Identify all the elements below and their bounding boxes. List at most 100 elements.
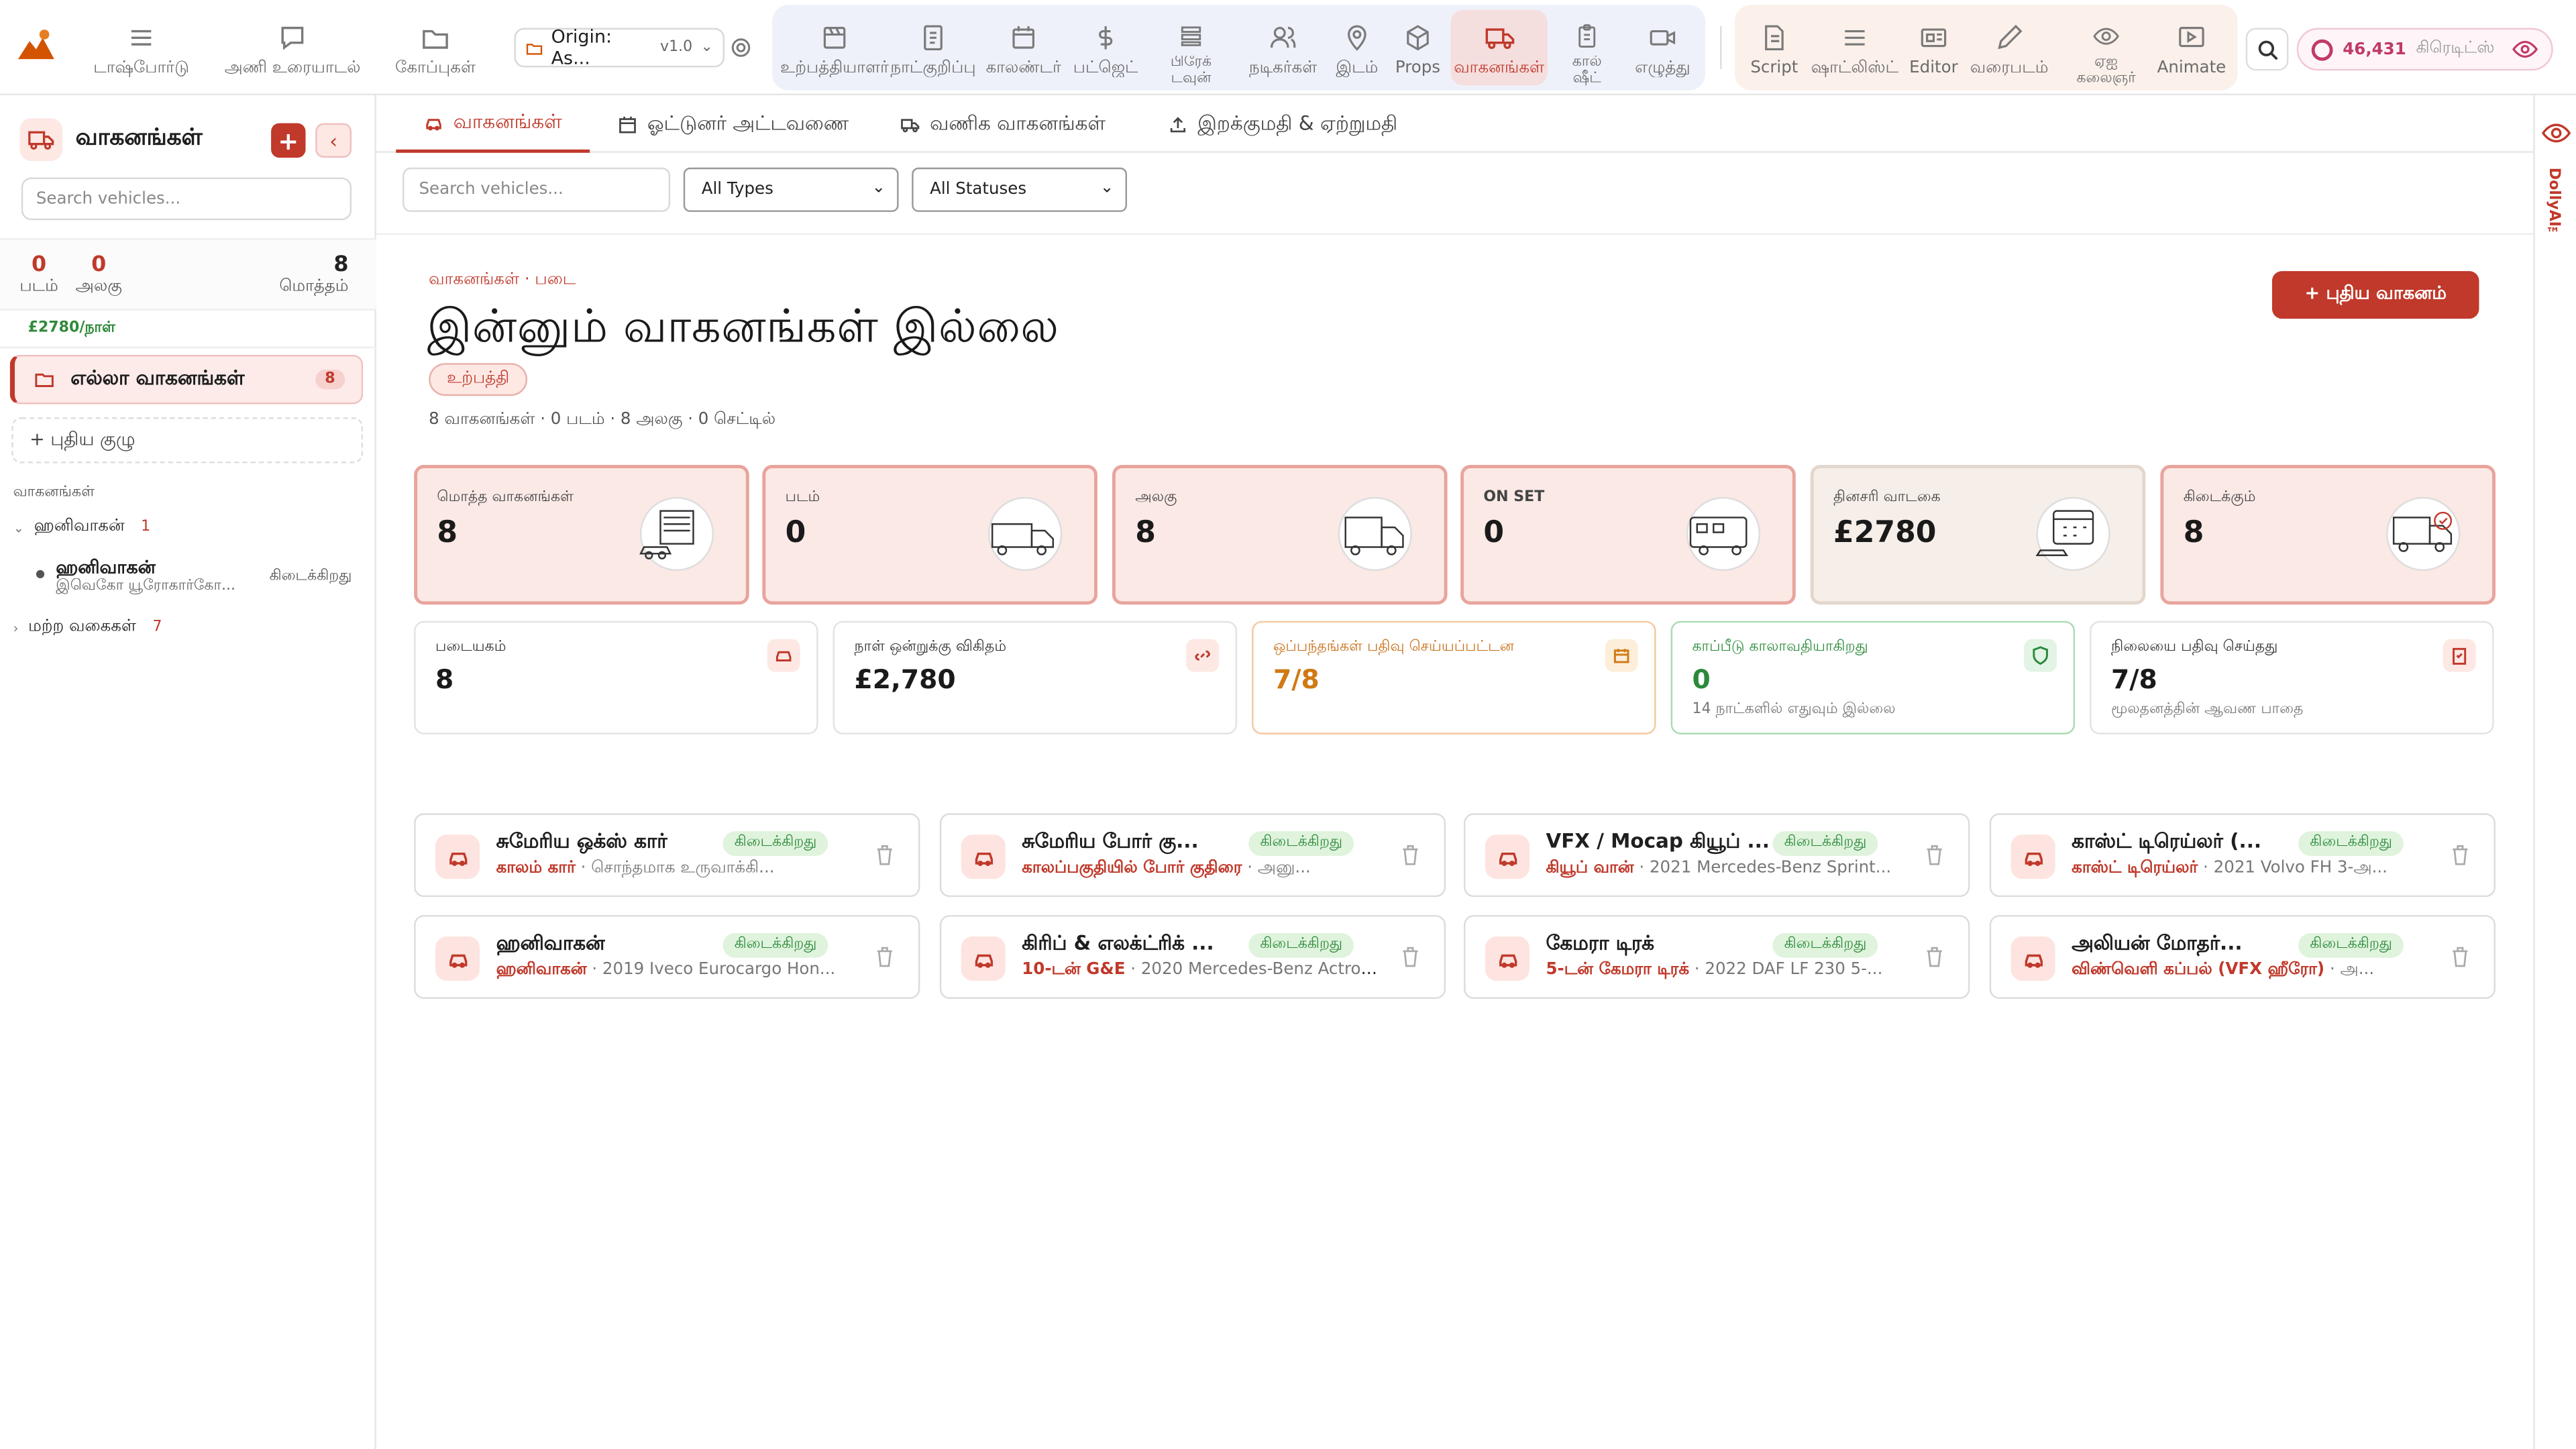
nav-call-sheet-label: கால் ஷீட்: [1572, 56, 1602, 86]
vehicle-sep: ·: [1689, 961, 1705, 979]
vehicle-name: காஸ்ட் டிரெய்லர் (...: [2072, 829, 2262, 853]
nav-ai-artist[interactable]: ஏஐ கலைஞர்: [2067, 10, 2146, 86]
vehicle-name: சுமேரிய ஒக்ஸ் கார்: [496, 829, 667, 853]
vehicle-card[interactable]: கிரிப் & எலக்ட்ரிக் ... கிடைக்கிறது 10-டன்…: [939, 915, 1446, 999]
tab-vehicles[interactable]: வாகனங்கள்: [396, 95, 590, 153]
sidebar-search-input[interactable]: Search vehicles...: [21, 177, 352, 221]
chat-icon: [281, 26, 304, 50]
nav-animate[interactable]: Animate: [2154, 10, 2230, 86]
credits-badge[interactable]: 46,431 கிரெடிட்ஸ்: [2296, 28, 2553, 71]
nav-files[interactable]: கோப்புகள்: [384, 10, 486, 86]
global-search-button[interactable]: [2245, 28, 2289, 71]
trash-icon[interactable]: [874, 843, 896, 867]
editor-icon: [1921, 28, 1947, 48]
nav-calendar[interactable]: காலண்டர்: [982, 10, 1064, 86]
nav-shotlist[interactable]: ஷாட்லிஸ்ட்: [1807, 10, 1902, 86]
trash-icon[interactable]: [2449, 945, 2471, 969]
nav-animate-label: Animate: [2157, 59, 2226, 78]
nav-dashboard[interactable]: டாஷ்போர்டு: [85, 10, 197, 86]
chevron-right-icon: ›: [13, 620, 19, 635]
stat-card-daily-rent: தினசரி வாடகை £2780: [1810, 465, 2146, 605]
type-filter-select[interactable]: All Types ⌄: [683, 167, 899, 212]
vehicle-search-placeholder: Search vehicles...: [419, 180, 564, 199]
stat-card-film: படம் 0: [762, 465, 1097, 605]
status-filter-select[interactable]: All Statuses ⌄: [912, 167, 1128, 212]
vehicle-sep: ·: [1125, 961, 1141, 979]
tree-group-honeywagon[interactable]: ⌄ ஹனிவாகன் 1: [13, 517, 151, 537]
nav-props-label: Props: [1395, 59, 1441, 78]
tab-driver-schedule[interactable]: ஓட்டுனர் அட்டவணை: [618, 95, 849, 153]
trash-icon[interactable]: [874, 945, 896, 969]
sidebar-item-all-vehicles[interactable]: எல்லா வாகனங்கள் 8: [9, 354, 364, 405]
type-filter-value: All Types: [701, 180, 773, 199]
nav-cast[interactable]: நடிகர்கள்: [1242, 10, 1324, 86]
trash-icon[interactable]: [1400, 843, 1421, 867]
tree-group-count: 7: [152, 619, 162, 636]
info-card-label: நாள் ஒன்றுக்கு விகிதம்: [854, 639, 1007, 656]
car-icon: [1485, 835, 1530, 879]
nav-diary[interactable]: நாட்குறிப்பு: [890, 10, 976, 86]
tab-import-export[interactable]: இறக்குமதி & ஏற்றுமதி: [1168, 95, 1397, 153]
vehicle-type: விண்வெளி கப்பல் (VFX ஹீரோ): [2072, 961, 2325, 979]
page-title: இன்னும் வாகனங்கள் இல்லை: [427, 299, 1059, 354]
trash-icon[interactable]: [1924, 945, 1945, 969]
vehicle-card[interactable]: காஸ்ட் டிரெய்லர் (... கிடைக்கிறது காஸ்ட் ட…: [1989, 813, 2496, 898]
ai-rail-label: DollyAI™: [2544, 167, 2561, 244]
info-card-value: £2,780: [854, 663, 956, 695]
nav-writing[interactable]: எழுத்து: [1626, 10, 1699, 86]
gear-icon[interactable]: [729, 36, 752, 59]
nav-script[interactable]: Script: [1745, 10, 1804, 86]
page-summary: 8 வாகனங்கள் · 0 படம் · 8 அலகு · 0 செட்டி…: [429, 411, 776, 429]
production-pill[interactable]: உற்பத்தி: [429, 363, 528, 396]
new-group-button[interactable]: + புதிய குழு: [11, 417, 364, 464]
nav-editor-label: Editor: [1909, 59, 1958, 78]
eye-icon[interactable]: [2542, 118, 2571, 148]
status-badge: கிடைக்கிறது: [1248, 831, 1354, 856]
nav-call-sheet[interactable]: கால் ஷீட்: [1558, 10, 1617, 86]
trash-icon[interactable]: [1400, 945, 1421, 969]
nav-budget[interactable]: பட்ஜெட்: [1068, 10, 1144, 86]
collapse-sidebar-button[interactable]: ‹: [315, 123, 352, 158]
car-icon: [435, 936, 480, 981]
nav-vehicles-label: வாகனங்கள்: [1454, 59, 1545, 78]
vehicle-card[interactable]: VFX / Mocap கியூப் ... கிடைக்கிறது கியூப் …: [1464, 813, 1970, 898]
nav-storyboard[interactable]: வரைபடம்: [1966, 10, 2051, 86]
tab-commercial-vehicles[interactable]: வணிக வாகனங்கள்: [900, 95, 1106, 153]
calendar-icon: [619, 115, 636, 133]
nav-location[interactable]: இடம்: [1331, 10, 1383, 86]
vehicle-name: கேமரா டிரக்: [1546, 931, 1654, 955]
vehicle-search-input[interactable]: Search vehicles...: [402, 167, 671, 212]
rv-illustration-icon: [1686, 496, 1761, 572]
tree-vehicle-item[interactable]: ஹனிவாகன் இவெகோ யூரோகார்கோ... கிடைக்கிறது: [36, 557, 365, 600]
vehicle-card[interactable]: ஹனிவாகன் கிடைக்கிறது ஹனிவாகன் · 2019 Iveco…: [414, 915, 920, 999]
vehicle-card[interactable]: கேமரா டிரக் கிடைக்கிறது 5-டன் கேமரா டிரக் …: [1464, 915, 1970, 999]
vehicle-sep: ·: [1633, 859, 1650, 877]
all-vehicles-count: 8: [315, 370, 345, 390]
nav-producer[interactable]: உற்பத்தியாளர்: [779, 10, 891, 86]
tree-group-other[interactable]: › மற்ற வகைகள் 7: [13, 618, 162, 637]
new-vehicle-button[interactable]: + புதிய வாகனம்: [2271, 271, 2479, 319]
project-selector[interactable]: Origin: As... v1.0 ⌄: [514, 26, 725, 69]
vehicle-details: 5-டன் கேமரா டிரக் · 2022 DAF LF 230 5-..…: [1546, 961, 1904, 981]
vehicle-card[interactable]: அலியன் மோதர்... கிடைக்கிறது விண்வெளி கப்பல…: [1989, 915, 2496, 999]
nav-team-chat[interactable]: அணி உரையாடல்: [210, 10, 374, 86]
vehicle-description: 2019 Iveco Eurocargo Hon...: [602, 961, 836, 979]
nav-script-label: Script: [1750, 59, 1799, 78]
car-icon: [426, 118, 441, 130]
vehicle-card[interactable]: சுமேரிய ஒக்ஸ் கார் கிடைக்கிறது காலம் கார் …: [414, 813, 920, 898]
tab-bar: வாகனங்கள் ஓட்டுனர் அட்டவணை வணிக வாகனங்கள…: [376, 95, 2534, 153]
app-logo-icon[interactable]: [13, 23, 60, 69]
ai-side-rail[interactable]: DollyAI™: [2533, 95, 2576, 1449]
trash-icon[interactable]: [2449, 843, 2471, 867]
nav-props[interactable]: Props: [1390, 10, 1446, 86]
vehicle-card[interactable]: சுமேரிய போர் கு... கிடைக்கிறது காலப்பகுதிய…: [939, 813, 1446, 898]
top-nav-bar: டாஷ்போர்டு அணி உரையாடல் கோப்புகள் Origin…: [0, 0, 2576, 96]
nav-editor[interactable]: Editor: [1906, 10, 1962, 86]
nav-breakdown[interactable]: பிரேக் டவுன்: [1155, 10, 1228, 86]
folder-icon: [35, 373, 54, 387]
trash-icon[interactable]: [1924, 843, 1945, 867]
info-card-value: 8: [435, 663, 454, 695]
credits-ring-icon: [2311, 38, 2333, 60]
add-vehicle-button[interactable]: +: [271, 123, 306, 158]
nav-vehicles[interactable]: வாகனங்கள்: [1450, 9, 1548, 86]
